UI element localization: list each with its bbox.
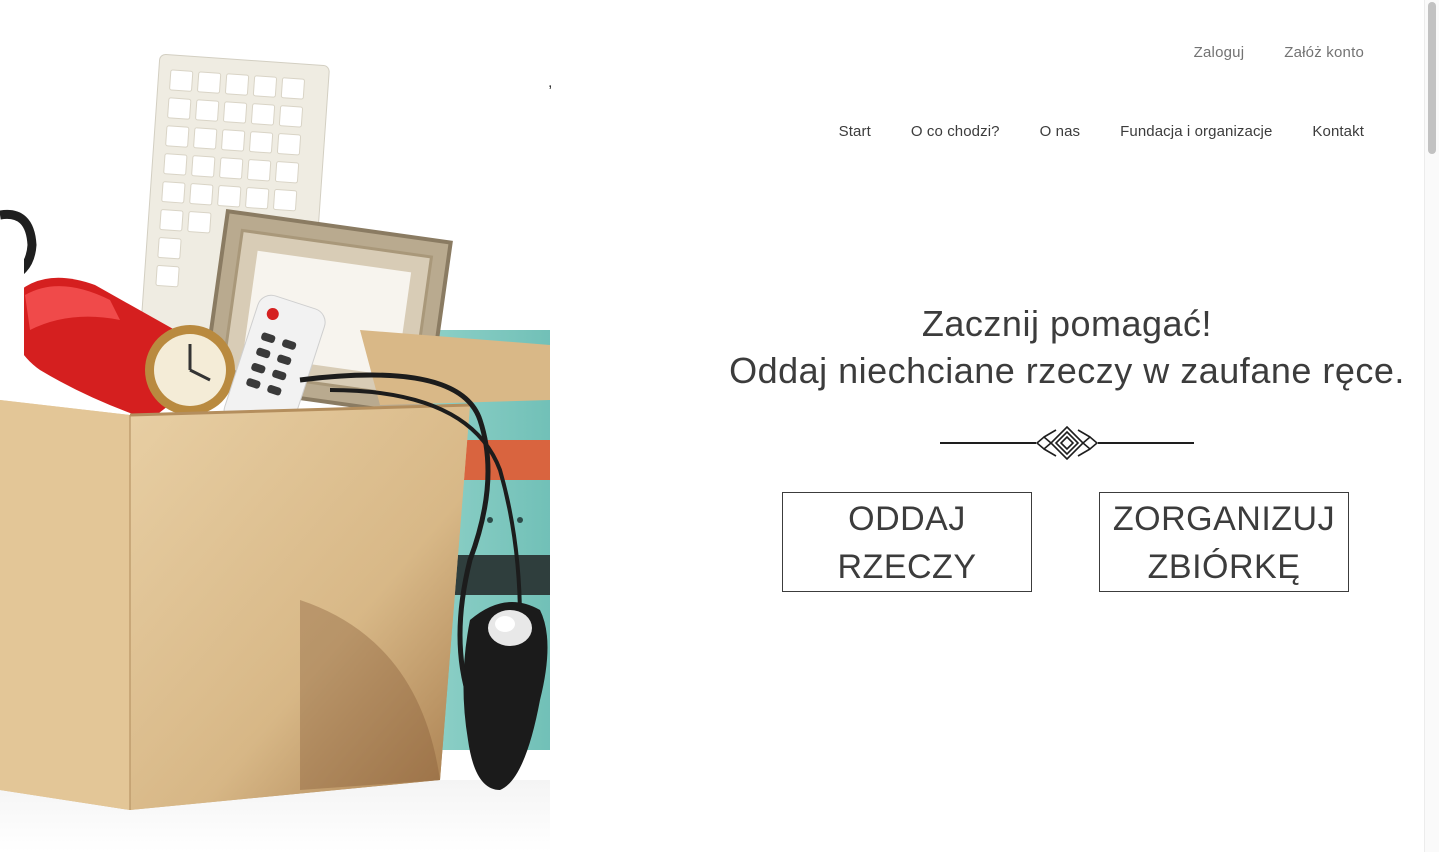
scrollbar-thumb[interactable] [1428,2,1436,154]
nav-item-about-us[interactable]: O nas [1040,123,1081,140]
nav-item-start[interactable]: Start [839,123,871,140]
headline-line-2: Oddaj niechciane rzeczy w zaufane ręce. [729,350,1405,391]
page: , Zaloguj Załóż konto Start O co chodzi?… [0,0,1439,852]
login-link[interactable]: Zaloguj [1194,44,1245,61]
register-link[interactable]: Załóż konto [1284,44,1364,61]
organize-collection-button[interactable]: ZORGANIZUJ ZBIÓRKĘ [1099,492,1349,592]
nav-item-about-project[interactable]: O co chodzi? [911,123,1000,140]
stray-comma-mark: , [548,74,553,91]
page-scrollbar[interactable] [1424,0,1439,852]
box-of-items-illustration [0,53,550,852]
headline-line-1: Zacznij pomagać! [921,303,1213,344]
main-nav: Start O co chodzi? O nas Fundacja i orga… [839,123,1364,140]
give-items-button[interactable]: ODDAJ RZECZY [782,492,1032,592]
nav-item-contact[interactable]: Kontakt [1312,123,1364,140]
hero-headline: Zacznij pomagać! Oddaj niechciane rzeczy… [700,300,1434,394]
ornament-divider-icon [940,426,1194,460]
hero-image [0,0,550,852]
auth-links: Zaloguj Załóż konto [1194,44,1364,61]
nav-item-foundations[interactable]: Fundacja i organizacje [1120,123,1272,140]
